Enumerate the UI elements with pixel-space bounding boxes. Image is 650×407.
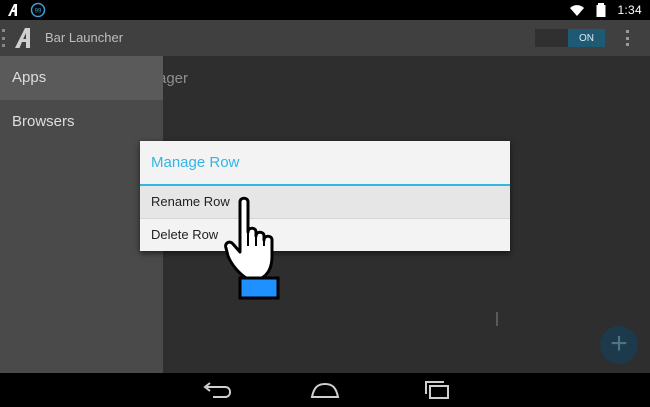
pointer-cuff <box>238 276 280 300</box>
status-bar: 99 1:34 <box>0 0 650 20</box>
drawer-item-browsers[interactable]: Browsers <box>0 100 163 144</box>
status-time: 1:34 <box>617 3 642 17</box>
back-icon[interactable] <box>199 379 233 401</box>
add-fab-button[interactable]: + <box>600 326 638 364</box>
toggle-off-side <box>535 29 568 47</box>
app-logo-icon <box>8 4 17 16</box>
drawer-indicator-icon[interactable] <box>2 29 8 47</box>
wifi-icon <box>570 5 585 16</box>
app-title: Bar Launcher <box>45 30 124 45</box>
drawer-item-apps[interactable]: Apps <box>0 56 163 100</box>
delete-row-option[interactable]: Delete Row <box>140 219 510 251</box>
action-bar: Bar Launcher ON <box>0 20 650 56</box>
dialog-title: Manage Row <box>151 154 240 171</box>
home-icon[interactable] <box>308 379 342 401</box>
device-screen: 99 1:34 Bar Launcher ON ager + Apps Brow… <box>0 0 650 407</box>
manage-row-dialog: Manage Row Rename Row Delete Row <box>140 141 510 251</box>
notification-badge-count: 99 <box>35 9 42 15</box>
navigation-drawer: Apps Browsers <box>0 56 163 373</box>
rename-row-option[interactable]: Rename Row <box>140 186 510 218</box>
app-logo-icon[interactable] <box>12 25 38 51</box>
toggle-on-label: ON <box>568 29 605 47</box>
overflow-menu-icon[interactable] <box>624 30 630 46</box>
on-off-toggle[interactable]: ON <box>535 29 605 47</box>
pointer-hand-icon <box>224 196 280 300</box>
notification-badge-icon: 99 <box>30 2 46 18</box>
status-bar-left: 99 <box>6 2 46 18</box>
system-nav-bar <box>0 373 650 407</box>
background-divider <box>496 312 498 326</box>
status-bar-right: 1:34 <box>569 2 642 18</box>
recent-apps-icon[interactable] <box>420 379 454 401</box>
battery-icon <box>596 3 606 17</box>
